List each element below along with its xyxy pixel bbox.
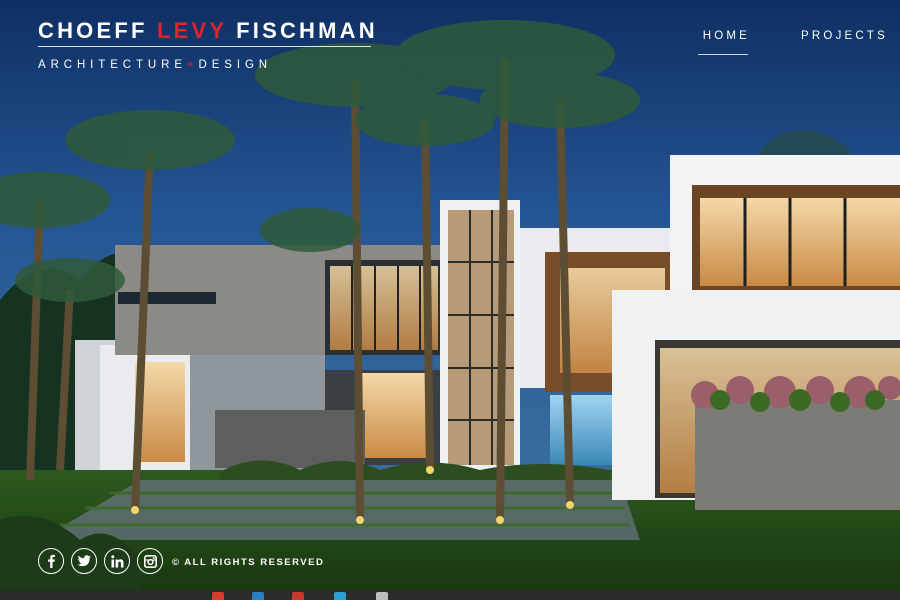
facebook-icon [48,554,55,568]
app-icon[interactable] [292,592,304,600]
linkedin-icon [110,554,123,567]
tagline-part1: ARCHITECTURE [38,59,187,71]
brand-name-part1: CHOEFF [38,18,157,43]
brand-tagline: ARCHITECTURE+DESIGN [38,59,272,71]
twitter-button[interactable] [71,548,97,574]
tagline-plus: + [186,59,199,71]
brand-name: CHOEFF LEVY FISCHMAN [38,18,378,44]
instagram-button[interactable] [137,548,163,574]
brand-logo[interactable]: CHOEFF LEVY FISCHMAN ARCHITECTURE+DESIGN [38,18,375,71]
social-links [38,548,168,576]
brand-name-part3: FISCHMAN [226,18,378,43]
hero-background-image [0,0,900,600]
app-icon[interactable] [334,592,346,600]
nav-item-home[interactable]: HOME [703,30,750,42]
twitter-icon [77,555,91,567]
brand-name-accent: LEVY [156,18,227,43]
main-nav: HOME PROJECTS [628,30,888,60]
app-icon[interactable] [376,592,388,600]
facebook-button[interactable] [38,548,64,574]
os-taskbar [0,590,900,600]
linkedin-button[interactable] [104,548,130,574]
app-icon[interactable] [252,592,264,600]
logo-divider [38,46,371,47]
tagline-part2: DESIGN [198,59,273,71]
nav-active-underline [698,54,748,55]
instagram-icon [143,554,157,568]
nav-item-projects[interactable]: PROJECTS [801,30,888,42]
copyright-text: © ALL RIGHTS RESERVED [172,557,325,568]
house-rendering [0,0,900,600]
chrome-icon[interactable] [212,592,224,600]
